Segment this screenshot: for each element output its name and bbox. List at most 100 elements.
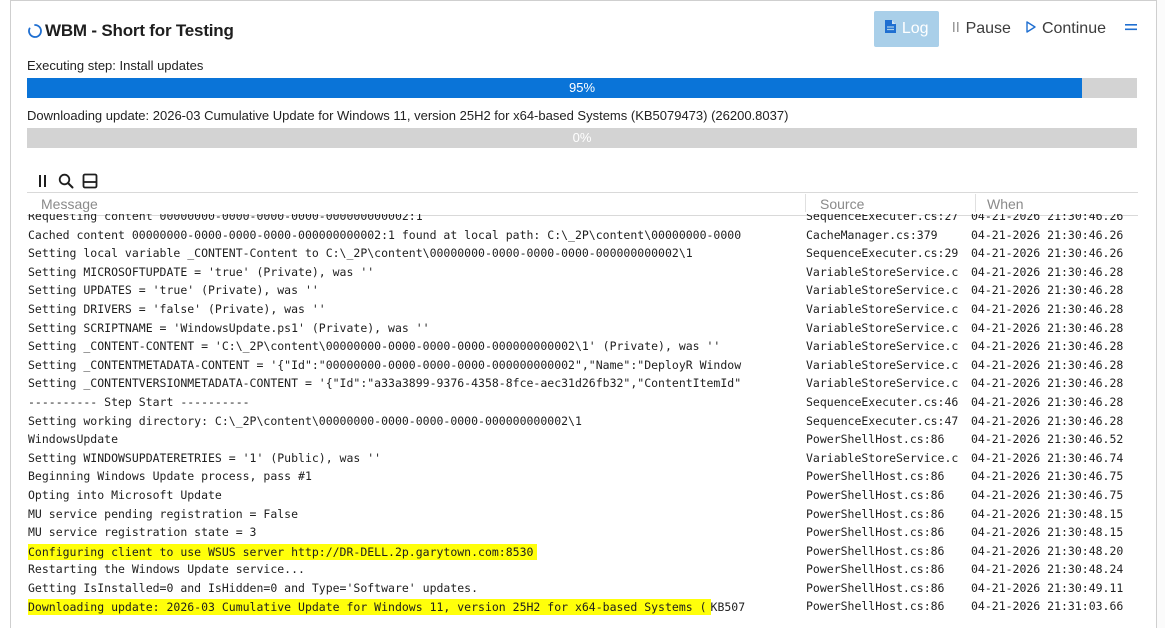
- message-text: Setting local variable _CONTENT-Content …: [28, 246, 693, 261]
- message-text: Setting _CONTENTVERSIONMETADATA-CONTENT …: [28, 376, 742, 391]
- column-separator[interactable]: [975, 194, 976, 212]
- message-text: Setting UPDATES = 'true' (Private), was …: [28, 283, 319, 298]
- message-text: Setting WINDOWSUPDATERETRIES = '1' (Publ…: [28, 450, 382, 465]
- log-row[interactable]: Setting DRIVERS = 'false' (Private), was…: [27, 300, 1138, 319]
- log-source-cell: PowerShellHost.cs:86: [806, 432, 945, 447]
- log-when-cell: 04-21-2026 21:30:49.11: [971, 580, 1124, 595]
- log-row[interactable]: Setting _CONTENTVERSIONMETADATA-CONTENT …: [27, 374, 1138, 393]
- log-source-cell: VariableStoreService.c: [806, 283, 959, 298]
- download-status-text: Downloading update: 2026-03 Cumulative U…: [27, 108, 789, 123]
- column-header-source[interactable]: Source: [820, 196, 864, 212]
- log-when-cell: 04-21-2026 21:30:46.26: [971, 214, 1124, 223]
- log-row[interactable]: Beginning Windows Update process, pass #…: [27, 467, 1138, 486]
- log-source-cell: SequenceExecuter.cs:46: [806, 394, 959, 409]
- log-grid[interactable]: Requesting content 00000000-0000-0000-00…: [27, 214, 1138, 628]
- message-text: ---------- Step Start ----------: [28, 394, 250, 409]
- log-message-cell: Restarting the Windows Update service...: [28, 562, 806, 576]
- log-when-cell: 04-21-2026 21:30:46.28: [971, 413, 1124, 428]
- log-message-cell: Setting WINDOWSUPDATERETRIES = '1' (Publ…: [28, 451, 806, 465]
- log-row[interactable]: Setting UPDATES = 'true' (Private), was …: [27, 281, 1138, 300]
- log-row[interactable]: Restarting the Windows Update service...…: [27, 560, 1138, 579]
- window-scrollbar[interactable]: [1156, 0, 1165, 628]
- log-message-cell: Cached content 00000000-0000-0000-0000-0…: [28, 228, 806, 242]
- log-message-cell: Setting UPDATES = 'true' (Private), was …: [28, 283, 806, 297]
- search-icon[interactable]: [58, 173, 74, 189]
- log-row[interactable]: Setting _CONTENT-CONTENT = 'C:\_2P\conte…: [27, 337, 1138, 356]
- log-button-label: Log: [901, 20, 929, 37]
- menu-icon: [1124, 20, 1138, 38]
- log-when-cell: 04-21-2026 21:30:46.28: [971, 394, 1124, 409]
- log-message-cell: Getting IsInstalled=0 and IsHidden=0 and…: [28, 581, 806, 595]
- log-row[interactable]: Requesting content 00000000-0000-0000-00…: [27, 214, 1138, 226]
- log-message-cell: MU service pending registration = False: [28, 507, 806, 521]
- log-message-cell: Setting MICROSOFTUPDATE = 'true' (Privat…: [28, 265, 806, 279]
- menu-button[interactable]: [1124, 20, 1138, 38]
- log-when-cell: 04-21-2026 21:30:46.28: [971, 357, 1124, 372]
- message-text: WindowsUpdate: [28, 432, 119, 447]
- pause-icon[interactable]: [36, 173, 50, 189]
- log-when-cell: 04-21-2026 21:30:48.15: [971, 506, 1124, 521]
- log-row[interactable]: WindowsUpdate PowerShellHost.cs:86 04-21-2…: [27, 430, 1138, 449]
- log-message-cell: Setting local variable _CONTENT-Content …: [28, 246, 806, 260]
- log-message-cell: WindowsUpdate: [28, 432, 806, 446]
- log-row[interactable]: ---------- Step Start ---------- Sequence…: [27, 393, 1138, 412]
- overall-progress-label: 95%: [568, 80, 596, 95]
- pause-button-label: Pause: [965, 20, 1011, 37]
- log-row[interactable]: Setting MICROSOFTUPDATE = 'true' (Privat…: [27, 263, 1138, 282]
- message-text: Setting SCRIPTNAME = 'WindowsUpdate.ps1'…: [28, 320, 430, 335]
- log-when-cell: 04-21-2026 21:30:46.75: [971, 469, 1124, 484]
- message-text: MU service registration state = 3: [28, 525, 257, 540]
- log-row[interactable]: Setting local variable _CONTENT-Content …: [27, 244, 1138, 263]
- column-header-when[interactable]: When: [987, 196, 1024, 212]
- log-message-cell: Requesting content 00000000-0000-0000-00…: [28, 214, 806, 223]
- header-actions: Log Pause Continue: [873, 10, 1138, 48]
- log-source-cell: VariableStoreService.c: [806, 264, 959, 279]
- message-text: Setting _CONTENTMETADATA-CONTENT = '{"Id…: [28, 357, 742, 372]
- log-row[interactable]: Getting IsInstalled=0 and IsHidden=0 and…: [27, 579, 1138, 598]
- column-header-message[interactable]: Message: [41, 196, 98, 212]
- spinner-icon: [27, 23, 43, 39]
- log-row[interactable]: Setting WINDOWSUPDATERETRIES = '1' (Publ…: [27, 449, 1138, 468]
- message-text: Setting MICROSOFTUPDATE = 'true' (Privat…: [28, 264, 375, 279]
- log-message-cell: Beginning Windows Update process, pass #…: [28, 469, 806, 483]
- log-source-cell: PowerShellHost.cs:86: [806, 580, 945, 595]
- log-row[interactable]: Cached content 00000000-0000-0000-0000-0…: [27, 226, 1138, 245]
- panel-icon[interactable]: [82, 173, 98, 189]
- log-row[interactable]: Opting into Microsoft Update PowerShellHo…: [27, 486, 1138, 505]
- log-row[interactable]: Setting working directory: C:\_2P\conten…: [27, 412, 1138, 431]
- column-separator[interactable]: [805, 194, 806, 212]
- document-icon: [884, 19, 897, 39]
- play-icon: [1025, 20, 1037, 39]
- continue-button[interactable]: Continue: [1025, 20, 1106, 39]
- download-progress-bar: 0%: [27, 128, 1137, 148]
- log-row[interactable]: Setting SCRIPTNAME = 'WindowsUpdate.ps1'…: [27, 319, 1138, 338]
- log-when-cell: 04-21-2026 21:30:46.28: [971, 376, 1124, 391]
- log-source-cell: SequenceExecuter.cs:47: [806, 413, 959, 428]
- log-when-cell: 04-21-2026 21:30:46.75: [971, 487, 1124, 502]
- log-button[interactable]: Log: [873, 11, 939, 47]
- log-toolbar: [36, 170, 98, 192]
- log-message-cell: Setting _CONTENTVERSIONMETADATA-CONTENT …: [28, 376, 806, 390]
- current-step-text: Executing step: Install updates: [27, 58, 204, 73]
- log-source-cell: SequenceExecuter.cs:27: [806, 214, 959, 223]
- log-when-cell: 04-21-2026 21:30:46.74: [971, 450, 1124, 465]
- overall-progress-bar: 95%: [27, 78, 1137, 98]
- pause-button[interactable]: Pause: [951, 20, 1011, 39]
- log-when-cell: 04-21-2026 21:30:48.20: [971, 543, 1124, 558]
- log-message-cell: Setting working directory: C:\_2P\conten…: [28, 414, 806, 428]
- log-row[interactable]: Configuring client to use WSUS server ht…: [27, 542, 1138, 561]
- log-row[interactable]: Downloading update: 2026-03 Cumulative U…: [27, 597, 1138, 616]
- message-text: Beginning Windows Update process, pass #…: [28, 469, 312, 484]
- log-source-cell: PowerShellHost.cs:86: [806, 599, 945, 614]
- log-source-cell: VariableStoreService.c: [806, 450, 959, 465]
- log-row[interactable]: MU service registration state = 3 PowerSh…: [27, 523, 1138, 542]
- log-when-cell: 04-21-2026 21:30:46.28: [971, 264, 1124, 279]
- log-source-cell: VariableStoreService.c: [806, 339, 959, 354]
- message-overflow-text: KB507: [710, 600, 746, 615]
- log-row[interactable]: Setting _CONTENTMETADATA-CONTENT = '{"Id…: [27, 356, 1138, 375]
- log-row[interactable]: MU service pending registration = False P…: [27, 505, 1138, 524]
- log-source-cell: VariableStoreService.c: [806, 376, 959, 391]
- log-grid-header: Message Source When: [27, 192, 1138, 216]
- message-text: Getting IsInstalled=0 and IsHidden=0 and…: [28, 580, 479, 595]
- log-source-cell: SequenceExecuter.cs:29: [806, 246, 959, 261]
